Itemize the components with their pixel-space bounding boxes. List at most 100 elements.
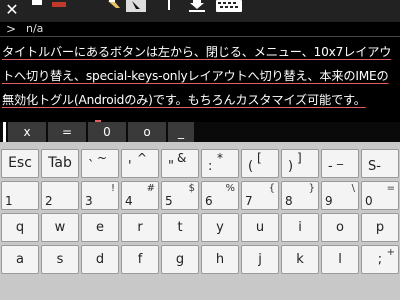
key-digit[interactable]: 6% [201, 181, 239, 210]
key-alt-label: [ [257, 151, 262, 165]
key-row1[interactable]: - _ [321, 149, 359, 178]
key-label: 5 [165, 194, 173, 208]
key-label: a [16, 252, 24, 267]
key-letter[interactable]: ; + [361, 245, 399, 274]
key-label: o [336, 220, 344, 235]
key-label: Tab [48, 155, 72, 171]
key-row1[interactable]: " & [161, 149, 199, 178]
key-letter[interactable]: w [41, 213, 79, 242]
key-label: 2 [45, 194, 53, 208]
key-letter[interactable]: o [321, 213, 359, 242]
key-digit[interactable]: 4 # [121, 181, 159, 210]
key-label: : [208, 159, 213, 174]
key-alt-label: + [386, 247, 395, 258]
key-alt-label: ! [110, 183, 115, 194]
vertical-bar-icon[interactable] [166, 0, 172, 10]
key-letter[interactable]: t [161, 213, 199, 242]
key-letter[interactable]: e [81, 213, 119, 242]
key-row1[interactable]: ([ [241, 149, 279, 178]
keyboard-icon[interactable] [216, 0, 242, 12]
key-alt-label: & [177, 151, 187, 165]
key-alt-label: # [146, 183, 155, 194]
key-letter[interactable]: k [281, 245, 319, 274]
key-letter[interactable]: i [281, 213, 319, 242]
key-letter[interactable]: u [241, 213, 279, 242]
candidate-item[interactable]: x [8, 122, 46, 142]
key-label: " [168, 159, 174, 174]
text-area[interactable]: > n/a タイトルバーにあるボタンは左から、閉じる、メニュー、10x7レイアウ… [0, 22, 400, 122]
key-label: g [175, 252, 185, 267]
key-alt-label: ] [297, 151, 302, 165]
key-alt-label: \ [351, 183, 355, 194]
key-label: 8 [285, 194, 293, 208]
key-label: ) [288, 159, 294, 174]
key-label: w [54, 220, 66, 235]
key-label: 4 [125, 194, 133, 208]
key-letter[interactable]: q [1, 213, 39, 242]
key-label: ( [248, 159, 254, 174]
key-alt-label: ~ [97, 151, 108, 165]
key-digit[interactable]: 3! [81, 181, 119, 210]
hand-icon[interactable] [106, 0, 124, 10]
key-label: r [137, 220, 143, 235]
key-label: k [296, 252, 304, 267]
key-digit[interactable]: 1 [1, 181, 39, 210]
key-digit[interactable]: 8} [281, 181, 319, 210]
key-letter[interactable]: p [361, 213, 399, 242]
key-row1[interactable]: S- [361, 149, 399, 178]
key-row1[interactable]: : * [201, 149, 239, 178]
candidate-item[interactable]: o [128, 122, 166, 142]
key-label: t [177, 220, 183, 235]
key-letter[interactable]: j [241, 245, 279, 274]
download-icon[interactable] [188, 0, 206, 12]
caret [3, 122, 6, 142]
key-label: u [255, 220, 265, 235]
key-letter[interactable]: r [121, 213, 159, 242]
soft-keyboard: Esc Tab ` ~ ' ^ " &: *([)] - _ S- 1 2 3! 4 #5 $6% 7{8} 9 \ 0 =… [0, 142, 400, 300]
key-label: h [215, 252, 225, 267]
candidate-strip: x = 0 o _ [0, 122, 400, 142]
key-alt-label: * [217, 151, 223, 165]
key-row1[interactable]: ' ^ [121, 149, 159, 178]
key-letter[interactable]: g [161, 245, 199, 274]
key-alt-label: } [308, 183, 315, 194]
key-letter[interactable]: f [121, 245, 159, 274]
key-alt-label: { [268, 183, 275, 194]
key-label: Esc [8, 155, 32, 171]
key-label: l [338, 252, 342, 267]
menu-icon[interactable] [30, 0, 70, 22]
key-label: ` [88, 159, 95, 174]
text-content: タイトルバーにあるボタンは左から、閉じる、メニュー、10x7レイアウトへ切り替え… [2, 40, 398, 112]
key-digit[interactable]: 9 \ [321, 181, 359, 210]
candidate-item[interactable]: _ [168, 122, 194, 142]
key-digit[interactable]: 5 $ [161, 181, 199, 210]
candidate-item[interactable]: = [48, 122, 86, 142]
key-row1[interactable]: Esc [1, 149, 39, 178]
key-letter[interactable]: s [41, 245, 79, 274]
prompt-chevron: > [6, 22, 17, 36]
key-row1[interactable]: )] [281, 149, 319, 178]
cursor-icon[interactable] [126, 0, 146, 12]
key-digit[interactable]: 0 = [361, 181, 399, 210]
key-letter[interactable]: d [81, 245, 119, 274]
candidate-item[interactable]: 0 [88, 122, 126, 142]
key-row1[interactable]: Tab [41, 149, 79, 178]
key-label: j [258, 252, 262, 267]
key-letter[interactable]: y [201, 213, 239, 242]
key-label: S- [368, 159, 381, 174]
key-alt-label: _ [337, 151, 343, 165]
key-label: - [328, 159, 333, 174]
key-letter[interactable]: h [201, 245, 239, 274]
close-icon[interactable]: ✕ [3, 0, 21, 22]
key-label: y [216, 220, 224, 235]
key-label: e [96, 220, 104, 235]
key-digit[interactable]: 2 [41, 181, 79, 210]
key-letter[interactable]: a [1, 245, 39, 274]
key-label: f [137, 252, 143, 267]
key-alt-label: = [386, 183, 395, 194]
key-label: d [95, 252, 105, 267]
key-row1[interactable]: ` ~ [81, 149, 119, 178]
key-letter[interactable]: l [321, 245, 359, 274]
title-bar: ✕ [0, 0, 400, 22]
key-digit[interactable]: 7{ [241, 181, 279, 210]
